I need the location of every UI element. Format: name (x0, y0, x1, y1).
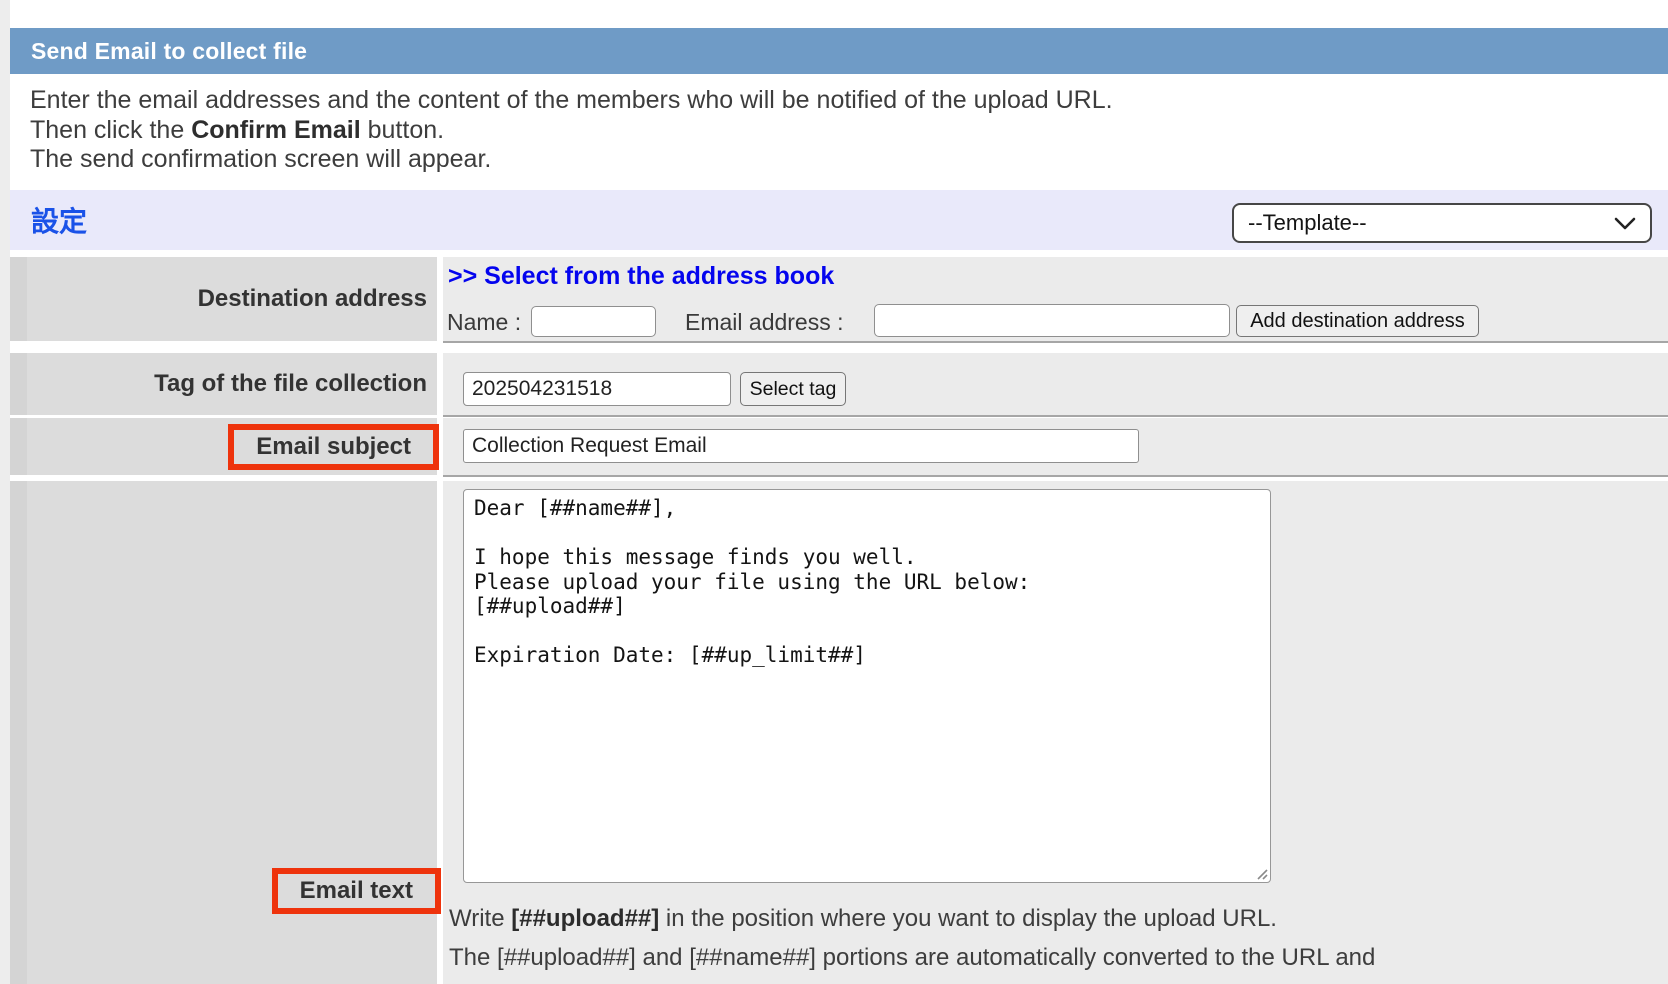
name-field[interactable] (531, 306, 656, 337)
row-spacer (10, 418, 27, 475)
email-address-label: Email address : (685, 309, 844, 336)
resize-handle-icon[interactable] (1254, 866, 1268, 880)
confirm-email-emphasis: Confirm Email (191, 116, 360, 144)
settings-title: 設定 (31, 190, 87, 250)
template-select-value: --Template-- (1248, 210, 1614, 236)
email-body-textarea[interactable] (463, 489, 1271, 883)
email-text-label-cell: Email text (27, 481, 437, 984)
tag-label: Tag of the file collection (27, 353, 437, 415)
intro-line-2: Then click the Confirm Email button. (30, 116, 1113, 146)
destination-address-content: >> Select from the address book Name : E… (443, 257, 1668, 343)
name-label: Name : (447, 309, 521, 336)
section-title-bar: Send Email to collect file (10, 28, 1668, 74)
page-left-margin (0, 0, 10, 984)
help-line-3: name when the email is sent. (449, 977, 1375, 984)
placeholder-help-text: Write [##upload##] in the position where… (449, 900, 1375, 984)
email-text-highlight-box: Email text (272, 868, 441, 914)
email-subject-label-cell: Email subject (27, 418, 437, 475)
add-destination-address-button[interactable]: Add destination address (1236, 305, 1479, 337)
intro-line-1: Enter the email addresses and the conten… (30, 86, 1113, 116)
email-subject-highlight-box: Email subject (228, 424, 439, 470)
upload-token-emphasis: [##upload##] (511, 905, 659, 932)
intro-line-3: The send confirmation screen will appear… (30, 145, 1113, 175)
template-select[interactable]: --Template-- (1232, 203, 1652, 243)
destination-address-label: Destination address (27, 257, 437, 341)
email-text-content: Write [##upload##] in the position where… (443, 481, 1668, 984)
email-text-label: Email text (300, 877, 413, 904)
email-field[interactable] (874, 304, 1230, 337)
settings-header-row: 設定 --Template-- (10, 190, 1668, 250)
email-subject-label: Email subject (256, 433, 411, 460)
email-subject-input[interactable] (463, 429, 1139, 463)
help-line-2: The [##upload##] and [##name##] portions… (449, 939, 1375, 978)
select-tag-button[interactable]: Select tag (740, 372, 846, 406)
row-spacer (10, 481, 27, 984)
chevron-down-icon (1614, 217, 1636, 230)
help-line-1: Write [##upload##] in the position where… (449, 900, 1375, 939)
email-subject-content (443, 418, 1668, 477)
row-spacer (10, 353, 27, 415)
row-spacer (10, 257, 27, 341)
page-title: Send Email to collect file (31, 38, 307, 65)
address-book-link[interactable]: >> Select from the address book (448, 262, 834, 291)
tag-content: Select tag (443, 353, 1668, 417)
send-email-page: Send Email to collect file Enter the ema… (0, 0, 1668, 984)
intro-text: Enter the email addresses and the conten… (30, 86, 1113, 175)
tag-input[interactable] (463, 372, 731, 406)
